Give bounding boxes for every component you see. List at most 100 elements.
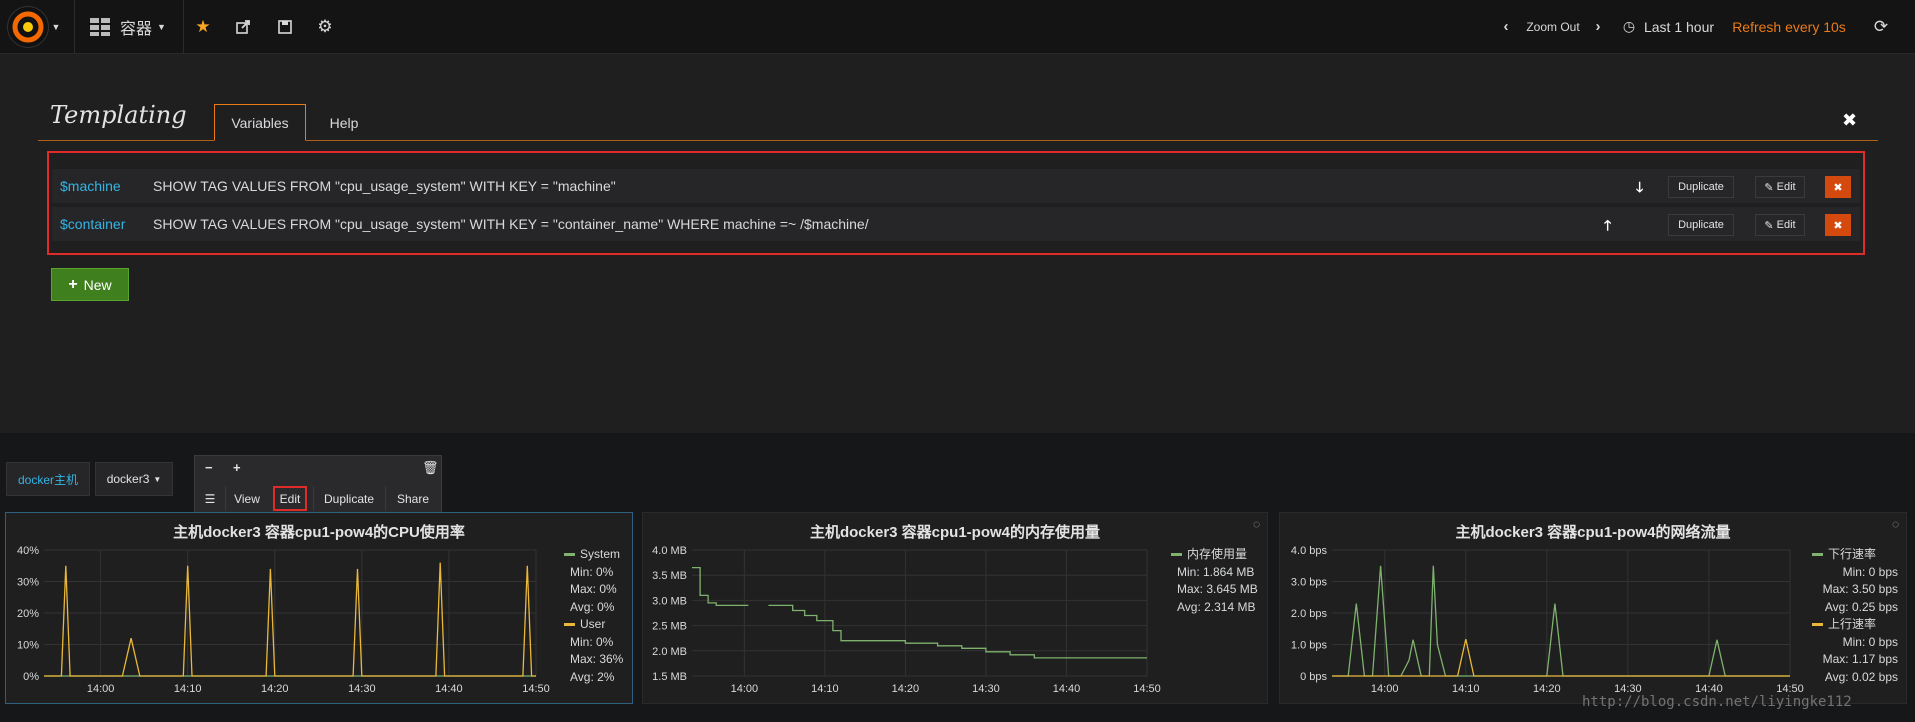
share-icon[interactable] xyxy=(232,0,256,53)
cpu-usage-chart: 0% 10% 20% 30% 40% 14:00 14:10 14:20 14:30 14:40 1… xyxy=(17,545,550,695)
save-icon[interactable] xyxy=(273,0,297,53)
legend-avg: Avg: 0.25 bps xyxy=(1824,599,1898,614)
legend-label: System xyxy=(580,547,621,561)
legend-swatch xyxy=(1171,553,1182,557)
legend-label: 下行速率 xyxy=(1828,547,1877,561)
panel-share-button[interactable]: Share xyxy=(385,486,440,511)
trash-icon[interactable]: 🗑 xyxy=(422,460,439,476)
templating-title: Templating xyxy=(50,101,187,129)
variable-query: SHOW TAG VALUES FROM "cpu_usage_system" … xyxy=(153,216,869,232)
gear-icon[interactable]: ⚙ xyxy=(313,0,337,53)
legend-avg: Avg: 0.02 bps xyxy=(1824,669,1898,684)
delete-button[interactable]: ✖ xyxy=(1825,176,1851,198)
y-tick-label: 2.5 MB xyxy=(652,621,687,633)
memory-usage-panel[interactable]: 主机docker3 容器cpu1-pow4的内存使用量 ◌ 1.5 MB 2.0 … xyxy=(642,512,1268,704)
star-icon[interactable]: ★ xyxy=(192,0,214,53)
grafana-logo[interactable] xyxy=(8,7,48,47)
x-tick-label: 14:20 xyxy=(892,683,920,695)
grafana-logo-icon xyxy=(12,11,44,43)
dashboard-title[interactable]: 容器 ▼ xyxy=(120,0,180,53)
panel-duplicate-button[interactable]: Duplicate xyxy=(313,486,384,511)
collapse-icon[interactable]: − xyxy=(205,460,213,475)
legend-label: 上行速率 xyxy=(1828,617,1877,631)
x-tick-label: 14:20 xyxy=(1533,683,1561,695)
x-tick-label: 14:40 xyxy=(435,683,463,695)
move-up-icon[interactable]: 🡑 xyxy=(1604,215,1611,239)
y-tick-label: 40% xyxy=(17,545,39,557)
panel-edit-button[interactable]: Edit xyxy=(273,486,307,511)
close-icon[interactable]: ✖ xyxy=(1842,110,1857,131)
edit-icon: ✎ xyxy=(1764,219,1774,232)
edit-label: Edit xyxy=(1776,219,1796,231)
grid-icon xyxy=(90,17,110,36)
chevron-down-icon: ▼ xyxy=(153,474,162,484)
dashboard-grid-icon[interactable] xyxy=(88,0,112,53)
legend-max: Max: 0% xyxy=(570,582,617,596)
x-tick-label: 14:10 xyxy=(811,683,839,695)
floppy-icon xyxy=(278,19,292,34)
variable-row: $machine SHOW TAG VALUES FROM "cpu_usage… xyxy=(52,169,1860,203)
edit-icon: ✎ xyxy=(1764,181,1774,194)
legend-series[interactable]: User xyxy=(564,616,623,634)
expand-icon[interactable]: + xyxy=(233,460,241,475)
logo-caret-icon[interactable]: ▼ xyxy=(50,0,62,53)
panel-menu: − + 🗑 ☰ View Edit Duplicate Share xyxy=(194,455,442,513)
legend-max: Max: 1.17 bps xyxy=(1822,652,1898,666)
legend-swatch xyxy=(564,623,575,627)
template-variable-dropdown[interactable]: docker3 ▼ xyxy=(95,462,173,496)
tab-help[interactable]: Help xyxy=(312,104,376,141)
edit-button[interactable]: ✎ Edit xyxy=(1755,176,1805,198)
y-tick-label: 0 bps xyxy=(1300,671,1327,683)
zoom-prev-icon[interactable]: ‹ xyxy=(1498,0,1514,53)
share-arrow-icon xyxy=(236,20,250,34)
y-tick-label: 0% xyxy=(23,671,39,683)
variable-name[interactable]: $container xyxy=(60,216,125,232)
cpu-usage-panel[interactable]: 主机docker3 容器cpu1-pow4的CPU使用率 0% 10% 20% 30%… xyxy=(5,512,633,704)
variable-name[interactable]: $machine xyxy=(60,178,121,194)
legend-swatch xyxy=(564,553,575,557)
legend-series[interactable]: System xyxy=(564,546,623,564)
delete-button[interactable]: ✖ xyxy=(1825,214,1851,236)
y-tick-label: 4.0 MB xyxy=(652,545,687,557)
panel-view-button[interactable]: View xyxy=(225,486,268,511)
x-tick-label: 14:00 xyxy=(731,683,759,695)
x-tick-label: 14:30 xyxy=(348,683,376,695)
legend-avg: Avg: 2.314 MB xyxy=(1177,599,1256,614)
duplicate-button[interactable]: Duplicate xyxy=(1668,214,1734,236)
zoom-out-button[interactable]: Zoom Out xyxy=(1520,0,1586,53)
panel-legend: 下行速率 Min: 0 bps Max: 3.50 bps Avg: 0.25 … xyxy=(1812,546,1898,686)
templating-editor: Templating Variables Help ✖ $machine SHO… xyxy=(0,54,1915,433)
zoom-next-icon[interactable]: › xyxy=(1590,0,1606,53)
legend-max: Max: 36% xyxy=(570,652,624,666)
legend-swatch xyxy=(1812,553,1823,557)
series-line xyxy=(1332,565,1790,677)
legend-series[interactable]: 上行速率 xyxy=(1812,616,1898,634)
time-range-picker[interactable]: Last 1 hour xyxy=(1640,0,1718,53)
tab-variables[interactable]: Variables xyxy=(214,104,306,141)
edit-label: Edit xyxy=(1776,181,1796,193)
legend-series[interactable]: 内存使用量 xyxy=(1171,546,1258,564)
legend-series[interactable]: 下行速率 xyxy=(1812,546,1898,564)
y-tick-label: 3.0 bps xyxy=(1291,577,1328,589)
x-tick-label: 14:10 xyxy=(174,683,202,695)
hamburger-icon[interactable]: ☰ xyxy=(195,486,225,511)
x-tick-label: 14:10 xyxy=(1452,683,1480,695)
network-traffic-panel[interactable]: 主机docker3 容器cpu1-pow4的网络流量 ◌ 0 bps 1.0 bp… xyxy=(1279,512,1907,704)
y-tick-label: 10% xyxy=(17,640,39,652)
legend-label: 内存使用量 xyxy=(1187,547,1248,561)
y-tick-label: 3.0 MB xyxy=(652,595,687,607)
legend-avg: Avg: 0% xyxy=(570,599,615,614)
move-down-icon[interactable]: 🡓 xyxy=(1636,177,1643,201)
refresh-interval[interactable]: Refresh every 10s xyxy=(1726,0,1852,53)
y-tick-label: 1.5 MB xyxy=(652,671,687,683)
navbar: ▼ 容器 ▼ ★ ⚙ ‹ Zoom Out › ◷ Last 1 hour Re… xyxy=(0,0,1915,54)
y-tick-label: 1.0 bps xyxy=(1291,640,1328,652)
duplicate-button[interactable]: Duplicate xyxy=(1668,176,1734,198)
new-variable-button[interactable]: + New xyxy=(51,268,129,301)
nav-divider xyxy=(183,0,184,53)
legend-swatch xyxy=(1812,623,1823,627)
edit-button[interactable]: ✎ Edit xyxy=(1755,214,1805,236)
legend-min: Min: 0% xyxy=(570,634,614,649)
legend-max: Max: 3.645 MB xyxy=(1177,582,1258,596)
refresh-icon[interactable]: ⟳ xyxy=(1870,0,1892,53)
